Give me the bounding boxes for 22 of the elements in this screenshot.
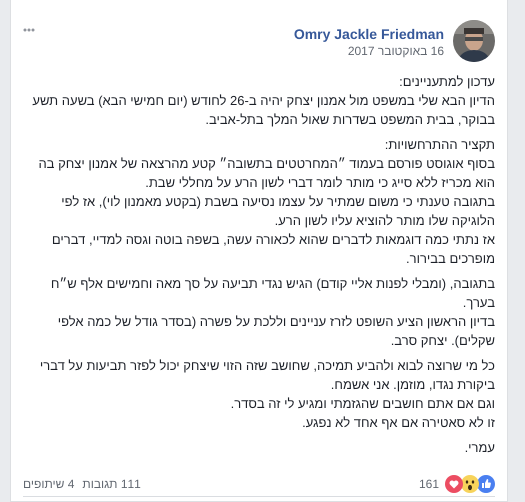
reaction-count[interactable]: 161 xyxy=(418,474,439,492)
post-text: בדיון הראשון הציע השופט לזרז עניינים וללכת על פשרה (בסדר גודל של כמה אלפי שקלים). יצחק סרב. xyxy=(56,313,495,350)
post-text: בסוף אוגוסט פורסם בעמוד ״המחרטטים בתשובה״ קטע מהרצאה של אמנון יצחק בה הוא מכריז ללא סייג כי מותר לומר דברי לשון הרע על מחללי שבת. xyxy=(37,155,495,192)
more-options-icon[interactable] xyxy=(23,28,35,32)
post-text: בתגובה, (ומבלי לפנות אליי קודם) הגיש נגדי תביעה על סך מאה וחמישים אלף ש״ח בערך. xyxy=(50,275,495,312)
love-reaction-icon[interactable] xyxy=(445,474,463,492)
wow-reaction-icon[interactable] xyxy=(461,474,479,492)
post-text: עדכון למתעניינים: xyxy=(398,73,495,91)
post-text: כל מי שרוצה לבוא ולהביע תמיכה, שחושב שזה הזוי שיצחק יכול לפזר תביעות על דברי ביקורת נגדו, מוזמן. אני אשמח. xyxy=(38,357,495,394)
comments-count[interactable]: 111 תגובות xyxy=(82,474,141,492)
post-text: אז נתתי כמה דוגמאות לדברים שהוא לכאורה עשה, בשפה בוטה וגסה למדיי, דברים מופרכים בבירור. xyxy=(50,231,495,268)
post-text: בתגובה טענתי כי משום שמתיר על עצמו נסיעה בשבת (בקטע מאמנון לוי), אז לפי הלוגיקה שלו מותר להוציא עליו לשון הרע. xyxy=(60,193,495,230)
post-text: וגם אם אתם חושבים שהגזמתי ומגיע לי זה בסדר. xyxy=(230,395,495,413)
post-text: עמרי. xyxy=(464,439,495,457)
post-text: הדיון הבא שלי במשפט מול אמנון יצחק יהיה ב-26 לחודש (יום חמישי הבא) בשעה תשע בבוקר, בבית המשפט בשדרות שאול המלך בתל-אביב. xyxy=(31,92,495,129)
author-name[interactable]: Omry Jackle Friedman xyxy=(294,26,444,43)
post-text: זו לא סאטירה אם אף אחד לא נפגע. xyxy=(301,414,495,432)
post-date[interactable]: 16 באוקטובר 2017 xyxy=(294,43,444,59)
avatar[interactable] xyxy=(453,20,495,62)
post-text: תקציר ההתרחשויות: xyxy=(384,136,495,154)
shares-count[interactable]: 4 שיתופים xyxy=(23,474,74,492)
like-reaction-icon[interactable] xyxy=(477,474,495,492)
